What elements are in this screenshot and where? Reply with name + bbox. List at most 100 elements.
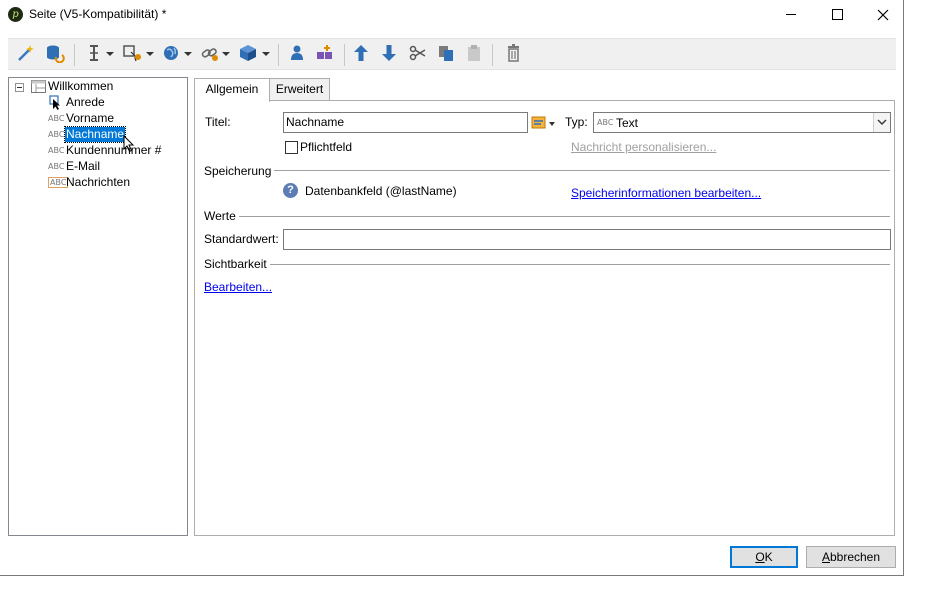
cancel-button[interactable]: Abbrechen (806, 546, 896, 568)
default-value-input[interactable] (283, 229, 891, 250)
close-button[interactable] (860, 0, 906, 30)
copy-button[interactable] (436, 43, 456, 65)
cursor-icon (49, 95, 60, 110)
visibility-section-header: Sichtbarkeit (204, 257, 270, 271)
link-button[interactable] (200, 43, 230, 65)
tab-erweitert[interactable]: Erweitert (269, 78, 330, 101)
toolbar-separator (344, 44, 345, 66)
move-up-button[interactable] (352, 43, 372, 65)
abc-icon: ABC (48, 114, 65, 123)
group-add-icon (317, 45, 332, 59)
app-icon: p (8, 7, 23, 22)
package-button[interactable] (238, 43, 270, 65)
package-icon (240, 45, 256, 61)
add-control-icon (123, 45, 141, 62)
tree-item-root[interactable]: Willkommen (11, 79, 181, 95)
database-refresh-button[interactable] (44, 43, 66, 65)
maximize-button[interactable] (814, 0, 860, 30)
chevron-down-icon (146, 52, 154, 56)
person-icon (291, 45, 303, 60)
help-icon: ? (283, 183, 298, 198)
tree-item-label: Nachrichten (66, 175, 131, 189)
tree-item[interactable]: ABC E-Mail (11, 159, 181, 175)
title-bar: p Seite (V5-Kompatibilität) * (0, 0, 904, 30)
type-select[interactable]: ABC Text (593, 112, 891, 133)
insert-field-icon (90, 45, 98, 61)
person-button[interactable] (288, 43, 308, 65)
personalize-message-link[interactable]: Nachricht personalisieren... (571, 140, 716, 154)
text-options-icon (531, 116, 555, 129)
tree-item[interactable]: ABC Vorname (11, 111, 181, 127)
move-up-icon (354, 45, 368, 61)
values-divider (204, 216, 890, 217)
close-icon (877, 9, 889, 21)
move-down-icon (382, 45, 396, 61)
mandatory-checkbox[interactable] (285, 141, 298, 154)
cancel-mnemonic: A (821, 550, 830, 564)
toolbar-separator (492, 44, 493, 66)
add-control-button[interactable] (122, 43, 154, 65)
link-icon (201, 48, 218, 61)
form-tree[interactable]: Willkommen Anrede ABC Vorname ABC Nachna… (8, 77, 188, 536)
minimize-button[interactable] (768, 0, 814, 30)
type-label: Typ: (565, 115, 588, 129)
tree-item-selected[interactable]: ABC Nachname (11, 126, 181, 153)
window-title: Seite (V5-Kompatibilität) * (29, 7, 167, 21)
edit-storage-link[interactable]: Speicherinformationen bearbeiten... (571, 186, 761, 200)
tree-item-label: Willkommen (48, 79, 114, 93)
tree-item[interactable]: ABC Nachrichten (11, 175, 181, 191)
tree-item-label: Kundennummer # (66, 143, 162, 157)
mandatory-label: Pflichtfeld (300, 140, 353, 154)
copy-icon (439, 46, 453, 61)
dialog-window: p Seite (V5-Kompatibilität) * Willkommen… (0, 0, 904, 576)
type-select-value: Text (616, 116, 639, 130)
abc-icon: ABC (48, 162, 65, 171)
tab-allgemein[interactable]: Allgemein (194, 78, 270, 102)
abc-icon: ABC (48, 130, 65, 139)
chevron-down-icon (106, 52, 114, 56)
globe-button[interactable] (162, 43, 192, 65)
move-down-button[interactable] (380, 43, 400, 65)
chevron-down-icon (184, 52, 192, 56)
cancel-label-rest: bbrechen (829, 550, 881, 564)
chevron-down-icon (222, 52, 230, 56)
storage-divider (204, 170, 890, 171)
tab-panel-general: Titel: Nachname Typ: ABC Text Pflichtfel… (194, 100, 895, 536)
tree-item-label: Nachname (63, 126, 127, 143)
abc-icon: ABC (597, 118, 614, 127)
abc-icon: ABC (48, 146, 65, 155)
delete-button[interactable] (504, 43, 524, 65)
cut-button[interactable] (408, 43, 428, 65)
cut-icon (409, 45, 426, 61)
collapse-icon[interactable] (15, 83, 24, 92)
storage-field-text: Datenbankfeld (@lastName) (305, 184, 457, 198)
chevron-down-icon (262, 52, 270, 56)
title-input[interactable]: Nachname (283, 112, 528, 133)
default-value-label: Standardwert: (204, 232, 279, 246)
tree-item-label: E-Mail (66, 159, 101, 173)
maximize-icon (832, 9, 843, 20)
title-label: Titel: (205, 115, 231, 129)
paste-button[interactable] (464, 43, 484, 65)
globe-icon (164, 46, 178, 60)
storage-section-header: Speicherung (204, 164, 275, 178)
ok-button[interactable]: OK (730, 546, 798, 568)
wizard-icon (18, 45, 34, 61)
insert-field-button[interactable] (84, 43, 114, 65)
edit-visibility-link[interactable]: Bearbeiten... (204, 280, 272, 294)
tree-item-label: Anrede (66, 95, 105, 109)
chevron-down-icon (877, 119, 887, 125)
ok-mnemonic: O (755, 550, 765, 564)
tree-item-label: Vorname (66, 111, 115, 125)
title-options-button[interactable] (531, 115, 557, 131)
tree-item[interactable]: Anrede (11, 95, 181, 111)
paste-icon (468, 45, 480, 61)
type-dropdown-button[interactable] (873, 113, 890, 132)
toolbar-separator (74, 44, 75, 66)
toolbar-separator (278, 44, 279, 66)
database-refresh-icon (47, 45, 65, 63)
visibility-divider (204, 264, 890, 265)
group-add-button[interactable] (314, 43, 336, 65)
wizard-button[interactable] (16, 43, 36, 65)
tree-item[interactable]: ABC Kundennummer # (11, 143, 181, 159)
